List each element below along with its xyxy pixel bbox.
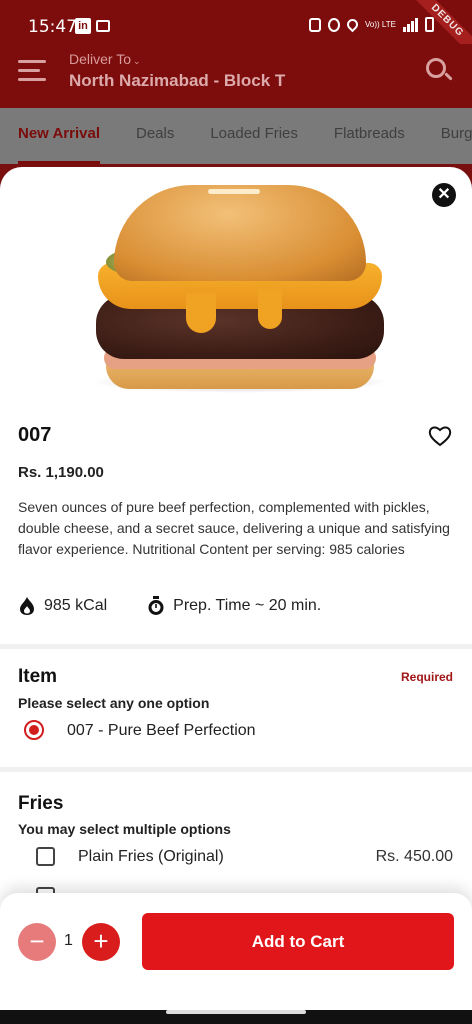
signal-icon [403, 17, 418, 32]
status-bar: 15:47 in Vo)) LTE DEBUG [0, 0, 472, 65]
home-gesture-bar[interactable] [166, 1010, 306, 1014]
section-divider [0, 644, 472, 649]
status-icons: Vo)) LTE [309, 16, 434, 33]
section-divider [0, 767, 472, 772]
menu-icon[interactable] [18, 60, 46, 82]
location-icon [344, 16, 361, 33]
cart-bar: − 1 + Add to Cart [0, 893, 472, 1024]
prep-time-text: Prep. Time ~ 20 min. [173, 597, 322, 614]
fries-option-checkbox[interactable] [36, 847, 55, 866]
item-section-subtitle: Please select any one option [18, 695, 210, 711]
tab-deals[interactable]: Deals [118, 108, 192, 164]
status-time: 15:47 [28, 17, 77, 37]
notification-icon [309, 17, 322, 32]
fries-option-label[interactable]: Plain Fries (Original) [78, 848, 224, 866]
deliver-to-selector[interactable]: Deliver To ⌄ [69, 51, 141, 67]
deliver-to-label: Deliver To [69, 51, 131, 67]
required-badge: Required [400, 670, 453, 684]
decrease-quantity-button[interactable]: − [18, 923, 56, 961]
product-title: 007 [18, 424, 52, 446]
heart-icon[interactable] [428, 425, 452, 447]
product-meta: 985 kCal Prep. Time ~ 20 min. [18, 596, 321, 616]
product-image [90, 185, 390, 405]
calories-text: 985 kCal [44, 597, 108, 614]
linkedin-icon: in [75, 18, 91, 34]
category-tabs: New Arrival Deals Loaded Fries Flatbread… [0, 108, 472, 164]
tab-burgers[interactable]: Burg [423, 108, 472, 164]
app-header: Deliver To ⌄ North Nazimabad - Block T [0, 44, 472, 108]
prep-time-info: Prep. Time ~ 20 min. [147, 596, 321, 616]
volte-label: Vo)) LTE [365, 19, 396, 29]
chevron-down-icon: ⌄ [133, 56, 141, 66]
increase-quantity-button[interactable]: + [82, 923, 120, 961]
fries-section-subtitle: You may select multiple options [18, 821, 231, 837]
item-option-radio[interactable] [24, 720, 44, 740]
product-description: Seven ounces of pure beef perfection, co… [18, 499, 450, 557]
tab-loaded-fries[interactable]: Loaded Fries [192, 108, 316, 164]
flame-icon [20, 597, 34, 615]
quantity-value: 1 [64, 932, 73, 949]
timer-icon [148, 596, 164, 615]
add-to-cart-button[interactable]: Add to Cart [142, 913, 454, 970]
tab-flatbreads[interactable]: Flatbreads [316, 108, 423, 164]
item-option-label[interactable]: 007 - Pure Beef Perfection [67, 722, 256, 740]
item-section-title: Item [18, 666, 58, 687]
search-icon[interactable] [426, 58, 453, 84]
battery-icon [425, 17, 434, 32]
tab-new-arrival[interactable]: New Arrival [0, 108, 118, 164]
video-call-icon [96, 20, 110, 32]
close-icon[interactable]: ✕ [432, 183, 456, 207]
delivery-address[interactable]: North Nazimabad - Block T [69, 71, 285, 91]
fries-section-title: Fries [18, 793, 64, 814]
product-price: Rs. 1,190.00 [18, 464, 104, 481]
alarm-icon [328, 17, 341, 32]
fries-option-price: Rs. 450.00 [375, 848, 453, 865]
calories-info: 985 kCal [18, 596, 107, 616]
